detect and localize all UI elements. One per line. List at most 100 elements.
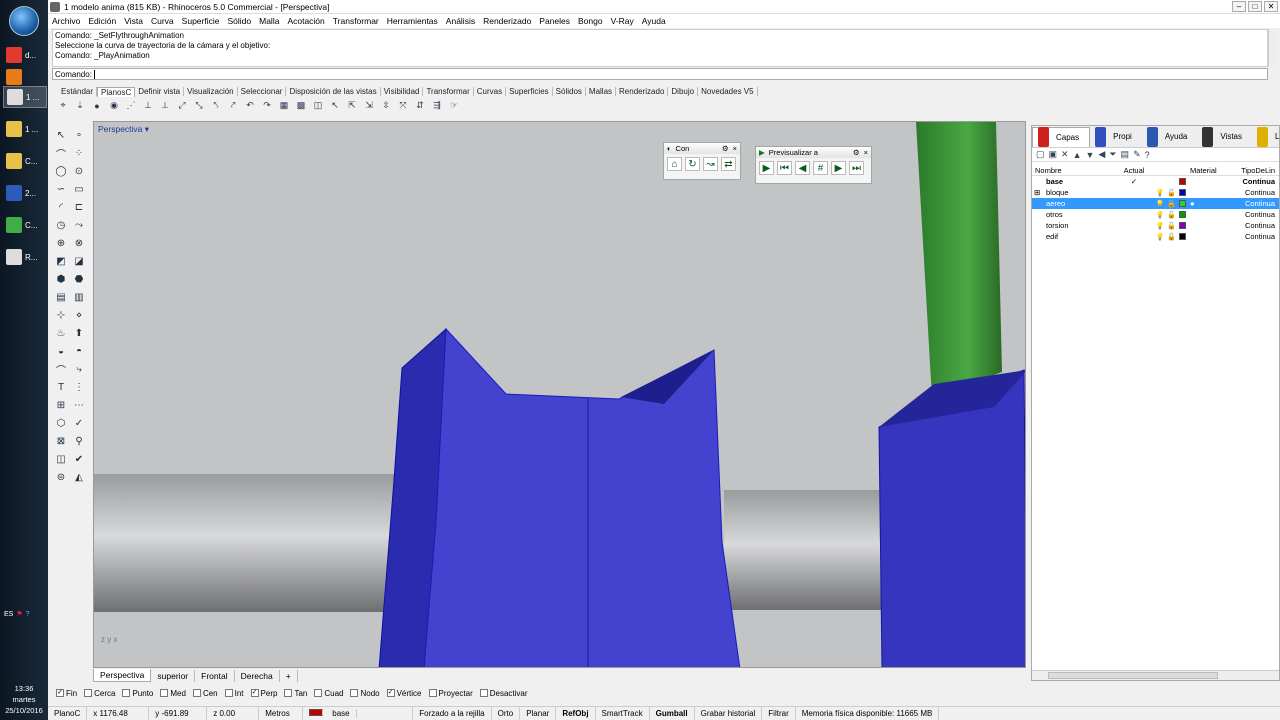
scroll-thumb[interactable] xyxy=(1048,672,1218,679)
osnap-perp[interactable]: ✓ Perp xyxy=(250,689,277,698)
swap-camera-button[interactable]: ⇄ xyxy=(721,157,736,171)
left-tool-icon-10[interactable]: ◷ xyxy=(52,216,70,234)
cplane-tool-icon-10[interactable]: ⤤ xyxy=(226,99,240,112)
history-scrollbar[interactable] xyxy=(1268,29,1278,67)
menu-item-11[interactable]: Renderizado xyxy=(479,16,535,26)
osnap-checkbox[interactable] xyxy=(84,689,93,697)
cplane-tool-icon-22[interactable]: ⇶ xyxy=(430,99,444,112)
viewport-label[interactable]: Perspectiva ▾ xyxy=(98,124,149,135)
move-down-icon[interactable]: ▼ xyxy=(1086,150,1095,160)
cplane-tool-icon-15[interactable]: ◫ xyxy=(311,99,325,112)
lightbulb-icon[interactable]: 💡 xyxy=(1156,211,1165,219)
start-button[interactable] xyxy=(9,6,39,36)
camera-tool-button[interactable]: ⌂ xyxy=(667,157,682,171)
layer-row[interactable]: ⊞ bloque 💡 🔓 Continua xyxy=(1032,187,1279,198)
left-tool-icon-39[interactable]: ◭ xyxy=(70,468,88,486)
left-tool-icon-24[interactable]: ◒ xyxy=(52,342,70,360)
left-tool-icon-19[interactable]: ▥ xyxy=(70,288,88,306)
left-tool-icon-23[interactable]: ⬆ xyxy=(70,324,88,342)
left-tool-icon-20[interactable]: ⊹ xyxy=(52,306,70,324)
fly-camera-button[interactable]: ↝ xyxy=(703,157,718,171)
left-tool-icon-33[interactable]: ✓ xyxy=(70,414,88,432)
osnap-nodo[interactable]: Nodo xyxy=(350,689,380,698)
osnap-checkbox[interactable] xyxy=(284,689,293,697)
move-up-icon[interactable]: ▲ xyxy=(1073,150,1082,160)
viewport-tab-4[interactable]: + xyxy=(280,669,298,682)
menu-item-7[interactable]: Acotación xyxy=(283,16,328,26)
filter-icon[interactable]: ⏷ xyxy=(1109,149,1116,160)
gear-icon[interactable]: ⚙ xyxy=(853,148,860,157)
col-name[interactable]: Nombre xyxy=(1032,166,1118,175)
left-tool-icon-2[interactable]: ⌒ xyxy=(52,144,70,162)
lightbulb-icon[interactable]: 💡 xyxy=(1156,233,1165,241)
close-button[interactable]: ✕ xyxy=(1264,1,1278,12)
status-toggle-6[interactable]: Grabar historial xyxy=(695,707,763,720)
left-tool-icon-18[interactable]: ▤ xyxy=(52,288,70,306)
menu-item-2[interactable]: Vista xyxy=(120,16,147,26)
left-tool-icon-4[interactable]: ◯ xyxy=(52,162,70,180)
osnap-proyectar[interactable]: Proyectar xyxy=(428,689,473,698)
status-toggle-4[interactable]: SmartTrack xyxy=(596,707,650,720)
status-toggle-1[interactable]: Orto xyxy=(492,707,521,720)
toolbar-tab-0[interactable]: Estándar xyxy=(58,87,98,96)
toolbar-tab-9[interactable]: Superficies xyxy=(506,87,553,96)
layer-color-swatch[interactable] xyxy=(1179,221,1186,229)
clock[interactable]: 13:36 martes 25/10/2016 xyxy=(0,683,48,716)
layer-linetype[interactable]: Continua xyxy=(1220,232,1278,241)
left-tool-icon-32[interactable]: ⬡ xyxy=(52,414,70,432)
panel-tab-2[interactable]: Ayuda xyxy=(1142,126,1198,147)
layer-color-swatch[interactable] xyxy=(1179,232,1186,240)
status-toggle-5[interactable]: Gumball xyxy=(650,707,695,720)
left-tool-icon-5[interactable]: ⊙ xyxy=(70,162,88,180)
left-tool-icon-27[interactable]: ⤷ xyxy=(70,360,88,378)
cplane-tool-icon-12[interactable]: ↷ xyxy=(260,99,274,112)
col-material[interactable]: Material xyxy=(1190,166,1220,175)
layer-row[interactable]: edif 💡 🔓 Continua xyxy=(1032,231,1279,242)
left-tool-icon-31[interactable]: ⋯ xyxy=(70,396,88,414)
close-icon[interactable]: × xyxy=(733,144,737,153)
left-tool-icon-8[interactable]: ◜ xyxy=(52,198,70,216)
menu-item-13[interactable]: Bongo xyxy=(574,16,607,26)
taskbar-item[interactable] xyxy=(3,66,47,88)
new-layer-icon[interactable]: ▢ xyxy=(1036,149,1045,160)
left-tool-icon-36[interactable]: ◫ xyxy=(52,450,70,468)
layer-row[interactable]: aereo 💡 🔓 ● Continua xyxy=(1032,198,1279,209)
osnap-checkbox[interactable] xyxy=(314,689,323,697)
left-tool-icon-38[interactable]: ⊜ xyxy=(52,468,70,486)
play-animation-button[interactable]: ▶ xyxy=(759,161,774,175)
osnap-cen[interactable]: Cen xyxy=(192,689,218,698)
menu-item-10[interactable]: Análisis xyxy=(442,16,479,26)
maximize-button[interactable]: □ xyxy=(1248,1,1262,12)
cplane-tool-icon-3[interactable]: ◉ xyxy=(107,99,121,112)
osnap-desactivar[interactable]: Desactivar xyxy=(479,689,528,698)
previous-frame-button[interactable]: ◀ xyxy=(795,161,810,175)
tools-icon[interactable]: ✎ xyxy=(1133,149,1141,160)
osnap-checkbox[interactable] xyxy=(428,689,437,697)
status-cplane[interactable]: PlanoC xyxy=(48,707,88,720)
layer-color-swatch[interactable] xyxy=(1179,210,1186,218)
layer-linetype[interactable]: Continua xyxy=(1220,199,1278,208)
left-tool-icon-30[interactable]: ⊞ xyxy=(52,396,70,414)
left-tool-icon-35[interactable]: ⚲ xyxy=(70,432,88,450)
cplane-tool-icon-23[interactable]: ☞ xyxy=(447,99,461,112)
language-indicator[interactable]: ES xyxy=(4,611,13,618)
taskbar-item[interactable]: 1 ... xyxy=(3,86,47,108)
status-toggle-0[interactable]: Forzado a la rejilla xyxy=(413,707,492,720)
left-tool-icon-12[interactable]: ⊕ xyxy=(52,234,70,252)
gear-icon[interactable]: ⚙ xyxy=(722,144,729,153)
cplane-tool-icon-19[interactable]: ⇳ xyxy=(379,99,393,112)
toolbar-tab-3[interactable]: Visualización xyxy=(184,87,238,96)
left-tool-icon-29[interactable]: ⋮ xyxy=(70,378,88,396)
osnap-checkbox[interactable] xyxy=(122,689,131,697)
osnap-checkbox[interactable]: ✓ xyxy=(250,689,259,697)
toolbar-tab-11[interactable]: Mallas xyxy=(586,87,617,96)
minimize-button[interactable]: – xyxy=(1232,1,1246,12)
menu-item-4[interactable]: Superficie xyxy=(178,16,224,26)
taskbar-item[interactable]: R... xyxy=(3,246,47,268)
left-tool-icon-0[interactable]: ↖ xyxy=(52,126,70,144)
left-tool-icon-7[interactable]: ▭ xyxy=(70,180,88,198)
help-icon[interactable]: ? xyxy=(26,611,30,618)
osnap-cuad[interactable]: Cuad xyxy=(314,689,343,698)
toolbar-tab-12[interactable]: Renderizado xyxy=(616,87,669,96)
layer-current-check[interactable]: ✓ xyxy=(1118,177,1150,186)
